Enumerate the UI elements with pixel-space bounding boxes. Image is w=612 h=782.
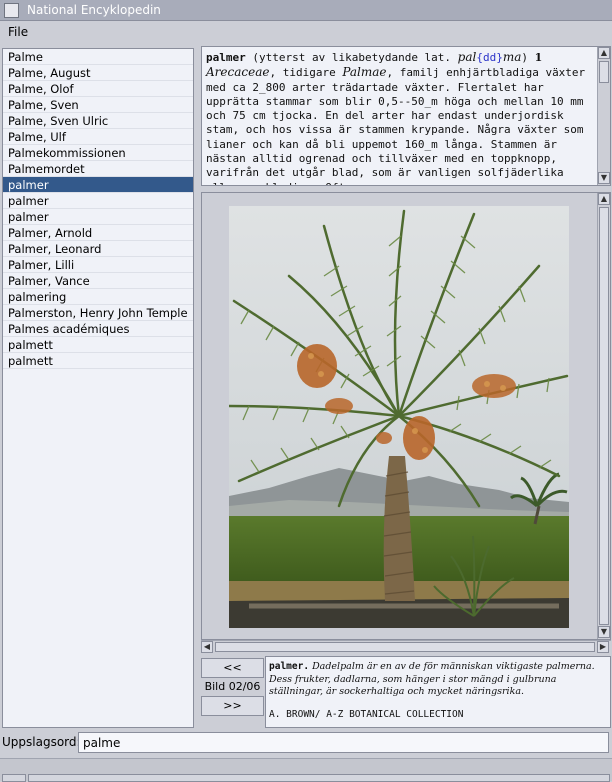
- entry-item[interactable]: Palmer, Lilli: [3, 257, 193, 273]
- article-etymology-post: ): [521, 51, 535, 64]
- entry-item[interactable]: Palmemordet: [3, 161, 193, 177]
- title-bar[interactable]: National Encyklopedin: [0, 0, 612, 21]
- prev-image-button[interactable]: <<: [201, 658, 264, 678]
- image-scroll-up-arrow[interactable]: ▲: [598, 193, 610, 205]
- menu-file[interactable]: File: [8, 25, 28, 39]
- window-menu-icon[interactable]: [4, 3, 19, 18]
- image-scroll-left-arrow[interactable]: ◀: [201, 641, 213, 653]
- search-row: Uppslagsord:: [0, 730, 612, 755]
- entry-item[interactable]: palmett: [3, 337, 193, 353]
- entry-item[interactable]: Palmekommissionen: [3, 145, 193, 161]
- article-pane: palmer (ytterst av likabetydande lat. pa…: [201, 46, 611, 186]
- entry-item[interactable]: Palme, August: [3, 65, 193, 81]
- entry-item[interactable]: Palmes académiques: [3, 321, 193, 337]
- entry-item[interactable]: palmett: [3, 353, 193, 369]
- caption-text: Dadelpalm är en av de för människan vikt…: [269, 661, 595, 697]
- old-family-name: Palmae: [342, 65, 387, 80]
- search-input[interactable]: [78, 732, 609, 753]
- etymology-link[interactable]: {dd}: [476, 51, 503, 64]
- entry-item[interactable]: Palmer, Leonard: [3, 241, 193, 257]
- image-vscrollbar[interactable]: ▲ ▼: [597, 193, 610, 639]
- article-etymology-pre: (ytterst av likabetydande lat.: [245, 51, 458, 64]
- entry-item[interactable]: Palme, Sven: [3, 97, 193, 113]
- palm-photo: [229, 206, 569, 628]
- article-scrollbar[interactable]: ▲ ▼: [597, 47, 610, 185]
- scroll-thumb[interactable]: [599, 61, 609, 83]
- menu-bar: File: [0, 22, 612, 44]
- article-text: palmer (ytterst av likabetydande lat. pa…: [206, 50, 594, 185]
- entry-item[interactable]: Palme, Ulf: [3, 129, 193, 145]
- entry-item[interactable]: palmer: [3, 209, 193, 225]
- status-bar: [0, 758, 612, 782]
- scroll-up-arrow[interactable]: ▲: [598, 47, 610, 59]
- next-image-button[interactable]: >>: [201, 696, 264, 716]
- search-label: Uppslagsord:: [2, 735, 81, 749]
- entry-item[interactable]: palmering: [3, 289, 193, 305]
- image-hscroll-thumb[interactable]: [215, 642, 595, 652]
- image-hscrollbar[interactable]: ◀ ▶: [201, 640, 611, 653]
- sense-number: 1: [534, 51, 543, 64]
- etymology-word-b: ma: [502, 50, 522, 64]
- entry-list[interactable]: Palme Palme, August Palme, Olof Palme, Sven…: [2, 48, 194, 728]
- entry-item[interactable]: palmer: [3, 177, 193, 193]
- article-mid-text: , tidigare: [269, 66, 343, 80]
- entry-item[interactable]: Palme, Sven Ulric: [3, 113, 193, 129]
- entry-item[interactable]: palmer: [3, 193, 193, 209]
- entry-item[interactable]: Palme: [3, 49, 193, 65]
- family-name: Arecaceae: [206, 65, 270, 80]
- image-caption: palmer. Dadelpalm är en av de för männis…: [265, 656, 611, 728]
- article-headword: palmer: [206, 51, 246, 64]
- image-scroll-down-arrow[interactable]: ▼: [598, 626, 610, 638]
- scroll-down-arrow[interactable]: ▼: [598, 172, 610, 184]
- image-scroll-right-arrow[interactable]: ▶: [597, 641, 609, 653]
- window-title: National Encyklopedin: [27, 3, 161, 17]
- image-pane: ▲ ▼: [201, 192, 611, 640]
- image-vscroll-thumb[interactable]: [599, 207, 609, 625]
- entry-item[interactable]: Palmerston, Henry John Temple: [3, 305, 193, 321]
- etymology-word-a: pal: [457, 50, 477, 64]
- image-counter: Bild 02/06: [204, 680, 261, 693]
- caption-headword: palmer.: [269, 661, 310, 672]
- image-credit: A. BROWN/ A-Z BOTANICAL COLLECTION: [269, 709, 464, 720]
- entry-item[interactable]: Palmer, Arnold: [3, 225, 193, 241]
- entry-item[interactable]: Palmer, Vance: [3, 273, 193, 289]
- entry-item[interactable]: Palme, Olof: [3, 81, 193, 97]
- article-body: , familj enhjärtbladiga växter med ca 2_…: [206, 66, 586, 185]
